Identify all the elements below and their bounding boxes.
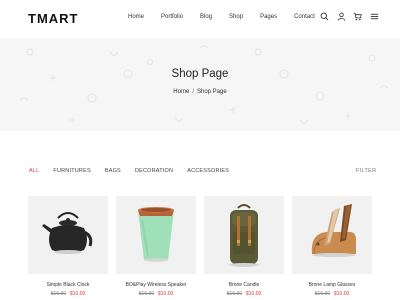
breadcrumb-home[interactable]: Home <box>173 89 189 95</box>
product-image[interactable] <box>204 196 284 274</box>
user-icon[interactable] <box>337 12 346 21</box>
product-sale-price: $10.00 <box>158 291 174 297</box>
filter-tab-all[interactable]: ALL <box>29 168 39 174</box>
filter-tab-accessories[interactable]: ACCESSORIES <box>187 168 229 174</box>
nav-item-pages[interactable]: Pages <box>260 14 277 20</box>
product-old-price: $16.00 <box>314 291 330 297</box>
product-card[interactable]: Brone Lamp Glasses $16.00 $10.00 <box>292 196 372 297</box>
category-filter-tabs: ALL FURNITURES BAGS DECORATION ACCESSORI… <box>29 168 243 174</box>
speaker-image <box>138 207 174 262</box>
nav-item-contact[interactable]: Contact <box>294 14 315 20</box>
product-price: $16.00 $10.00 <box>292 291 372 297</box>
filter-tab-furnitures[interactable]: FURNITURES <box>53 168 90 174</box>
product-card[interactable]: Brone Candle $16.00 $10.00 <box>204 196 284 297</box>
filter-tab-bags[interactable]: BAGS <box>105 168 121 174</box>
product-name[interactable]: BO&Play Wireless Speaker <box>116 282 196 288</box>
backpack-image <box>229 204 259 267</box>
page-banner: Shop Page Home / Shop Page <box>0 38 400 131</box>
product-name[interactable]: Brone Lamp Glasses <box>292 282 372 288</box>
product-image[interactable] <box>28 196 108 274</box>
site-logo[interactable]: TMART <box>28 11 79 26</box>
product-name[interactable]: Brone Candle <box>204 282 284 288</box>
product-old-price: $16.00 <box>138 291 154 297</box>
nav-item-shop[interactable]: Shop <box>229 14 243 20</box>
product-price: $16.00 $10.00 <box>28 291 108 297</box>
product-card[interactable]: BO&Play Wireless Speaker $16.00 $10.00 <box>116 196 196 297</box>
main-nav: Home Portfolio Blog Shop Pages Contact <box>128 14 332 20</box>
product-image[interactable] <box>116 196 196 274</box>
product-old-price: $16.00 <box>226 291 242 297</box>
header-actions <box>320 12 386 21</box>
teapot-image <box>42 212 93 254</box>
nav-item-blog[interactable]: Blog <box>200 14 212 20</box>
nav-item-portfolio[interactable]: Portfolio <box>161 14 183 20</box>
nav-item-home[interactable]: Home <box>128 14 144 20</box>
product-name[interactable]: Simple Black Clock <box>28 282 108 288</box>
breadcrumb: Home / Shop Page <box>0 89 400 95</box>
product-old-price: $16.00 <box>50 291 66 297</box>
product-sale-price: $10.00 <box>334 291 350 297</box>
breadcrumb-current: Shop Page <box>196 89 227 95</box>
product-price: $16.00 $10.00 <box>116 291 196 297</box>
phone-stand-image <box>311 204 356 257</box>
breadcrumb-separator: / <box>192 89 194 95</box>
product-sale-price: $10.00 <box>70 291 86 297</box>
product-card[interactable]: Simple Black Clock $16.00 $10.00 <box>28 196 108 297</box>
menu-icon[interactable] <box>370 12 379 21</box>
product-price: $16.00 $10.00 <box>204 291 284 297</box>
cart-icon[interactable] <box>353 12 362 21</box>
product-image[interactable] <box>292 196 372 274</box>
filter-button[interactable]: FILTER <box>356 168 376 174</box>
search-icon[interactable] <box>320 12 329 21</box>
page-title: Shop Page <box>171 68 229 80</box>
banner-pattern <box>19 45 389 125</box>
site-header: TMART Home Portfolio Blog Shop Pages Con… <box>0 0 400 36</box>
filter-tab-decoration[interactable]: DECORATION <box>135 168 173 174</box>
product-sale-price: $10.00 <box>246 291 262 297</box>
